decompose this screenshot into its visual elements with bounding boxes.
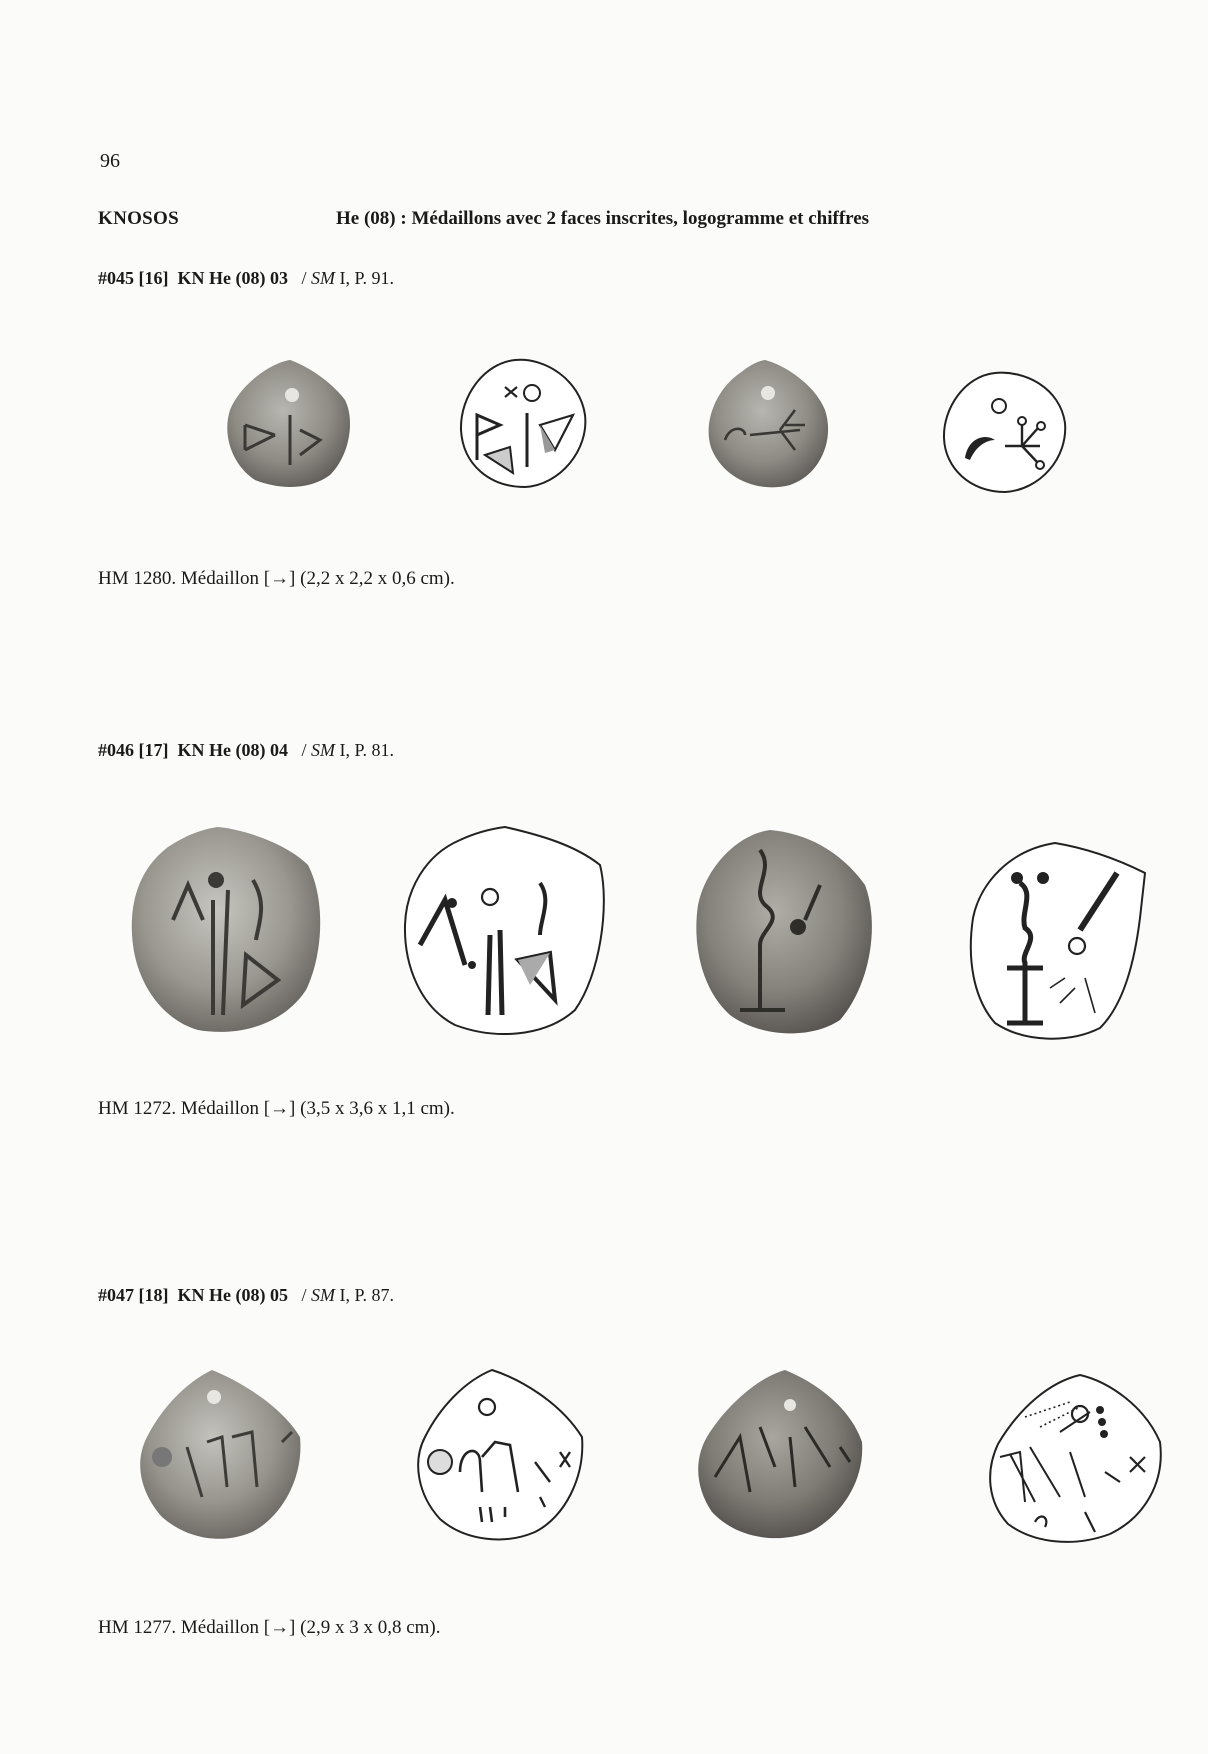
medallion-photo-front bbox=[131, 827, 321, 1032]
medallion-drawing-back bbox=[989, 1373, 1162, 1543]
entry-page-ref: I, P. 87. bbox=[339, 1285, 395, 1305]
entry-separator: / bbox=[301, 740, 307, 760]
medallion-drawing-back bbox=[969, 841, 1147, 1040]
medallion-drawing-front bbox=[459, 358, 587, 489]
entry-separator: / bbox=[301, 1285, 307, 1305]
entry-separator: / bbox=[301, 268, 307, 288]
entry-sm: SM bbox=[311, 1285, 335, 1305]
page-number: 96 bbox=[100, 150, 120, 172]
entry-bracket: [16] bbox=[138, 268, 169, 288]
entry-sm: SM bbox=[311, 268, 335, 288]
entry-reference: KN He (08) 03 bbox=[177, 268, 288, 288]
entry-bracket: [18] bbox=[138, 1285, 169, 1305]
medallion-photo-front bbox=[140, 1370, 301, 1539]
entry-caption: HM 1277. Médaillon [→] (2,9 x 3 x 0,8 cm… bbox=[98, 1617, 441, 1638]
medallion-photo-back bbox=[698, 1370, 863, 1539]
medallion-drawing-front bbox=[403, 825, 605, 1035]
entry-bracket: [17] bbox=[138, 740, 169, 760]
medallion-photo-back bbox=[708, 360, 829, 488]
entry-number: #046 bbox=[98, 740, 134, 760]
medallion-drawing-back bbox=[942, 371, 1067, 494]
entry-page-ref: I, P. 91. bbox=[339, 268, 395, 288]
entry-header: #045 [16] KN He (08) 03 / SM I, P. 91. bbox=[98, 268, 394, 289]
entry-number: #047 bbox=[98, 1285, 134, 1305]
entry-header: #046 [17] KN He (08) 04 / SM I, P. 81. bbox=[98, 740, 394, 761]
section-heading: KNOSOS bbox=[98, 208, 179, 229]
entry-caption: HM 1280. Médaillon [→] (2,2 x 2,2 x 0,6 … bbox=[98, 568, 455, 589]
medallion-drawing-front bbox=[417, 1368, 584, 1541]
entry-sm: SM bbox=[311, 740, 335, 760]
entry-number: #045 bbox=[98, 268, 134, 288]
section-subtitle: He (08) : Médaillons avec 2 faces inscri… bbox=[336, 208, 870, 229]
medallion-photo-back bbox=[696, 830, 872, 1034]
entry-header: #047 [18] KN He (08) 05 / SM I, P. 87. bbox=[98, 1285, 394, 1306]
entry-reference: KN He (08) 05 bbox=[177, 1285, 288, 1305]
entry-reference: KN He (08) 04 bbox=[177, 740, 288, 760]
entry-page-ref: I, P. 81. bbox=[339, 740, 395, 760]
medallion-photo-front bbox=[227, 360, 350, 487]
entry-caption: HM 1272. Médaillon [→] (3,5 x 3,6 x 1,1 … bbox=[98, 1098, 455, 1119]
